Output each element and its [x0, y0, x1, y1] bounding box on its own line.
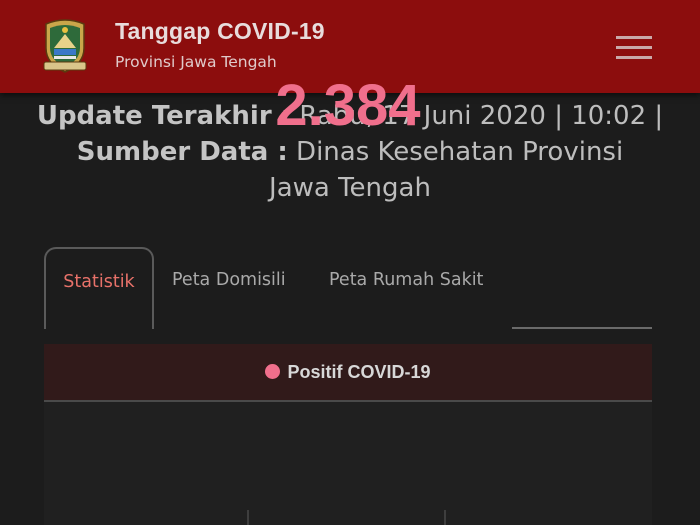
- card-title: Positif COVID-19: [287, 362, 431, 382]
- positive-count: 2.384: [275, 73, 421, 138]
- status-dot-icon: [265, 364, 281, 379]
- tab-statistik[interactable]: Statistik: [44, 247, 154, 329]
- source-value-cont: Jawa Tengah: [269, 173, 431, 203]
- positive-cases-card: Positif COVID-19: [44, 344, 652, 525]
- tab-bar: Statistik Peta Domisili Peta Rumah Sakit: [44, 247, 652, 329]
- tab-peta-rumah-sakit[interactable]: Peta Rumah Sakit: [329, 247, 483, 329]
- stat-divider: [247, 510, 249, 525]
- stat-divider: [444, 510, 446, 525]
- tab-peta-domisili[interactable]: Peta Domisili: [172, 247, 286, 329]
- app-title: Tanggap COVID-19: [115, 18, 325, 44]
- tab-underline: [512, 327, 652, 329]
- card-header: Positif COVID-19: [44, 344, 652, 402]
